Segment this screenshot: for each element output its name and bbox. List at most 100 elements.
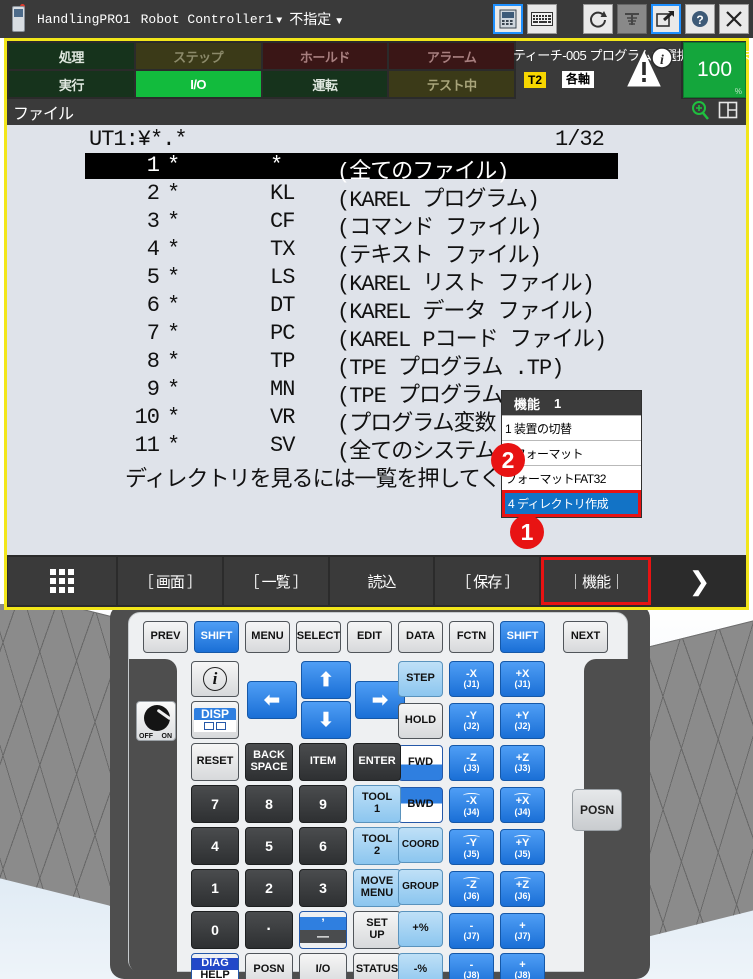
jog-key-plus-j8[interactable]: + (J8) <box>500 953 545 979</box>
table-row[interactable]: 6 * DT (KAREL データ ファイル) <box>7 293 746 325</box>
split-view-icon[interactable] <box>718 100 738 125</box>
key-9[interactable]: 9 <box>299 785 347 823</box>
app-title: HandlingPRO1 <box>37 11 131 27</box>
softkey-grid-menu[interactable] <box>8 557 116 605</box>
key-tool2[interactable]: TOOL 2 <box>353 827 401 865</box>
softkey-yomikomi[interactable]: 読込 <box>329 557 434 605</box>
robot-tree-button[interactable] <box>617 4 647 34</box>
key-shift-right[interactable]: SHIFT <box>500 621 545 653</box>
menu-item-device-switch[interactable]: 1 装置の切替 <box>502 415 641 440</box>
key-4[interactable]: 4 <box>191 827 239 865</box>
key-status[interactable]: STATUS <box>353 953 401 979</box>
key-fctn[interactable]: FCTN <box>449 621 494 653</box>
power-switch[interactable]: OFF ON <box>136 701 176 741</box>
reset-button[interactable] <box>583 4 613 34</box>
key-move-line2: MENU <box>360 887 394 899</box>
key-2[interactable]: 2 <box>245 869 293 907</box>
table-row[interactable]: 8 * TP (TPE プログラム .TP) <box>7 349 746 381</box>
key-diag-help[interactable]: DIAG HELP <box>191 953 239 979</box>
jog-key-minus-z-j6[interactable]: -Z (J6) <box>449 871 494 907</box>
jog-key-plus-x-j1[interactable]: +X (J1) <box>500 661 545 697</box>
close-button[interactable] <box>719 4 749 34</box>
softkey-ichiran[interactable]: ［ 一覧 ］ <box>223 557 328 605</box>
magnifier-plus-icon[interactable] <box>690 100 710 125</box>
detach-window-button[interactable] <box>651 4 681 34</box>
key-enter[interactable]: ENTER <box>353 743 401 781</box>
table-row[interactable]: 3 * CF (コマンド ファイル) <box>7 209 746 241</box>
key-menu[interactable]: MENU <box>245 621 290 653</box>
key-arrow-left[interactable]: ⬅ <box>247 681 297 719</box>
softkey-hozon[interactable]: ［ 保存 ］ <box>435 557 540 605</box>
key-data[interactable]: DATA <box>398 621 443 653</box>
key-tool1[interactable]: TOOL 1 <box>353 785 401 823</box>
jog-key-minus-x-j1[interactable]: -X (J1) <box>449 661 494 697</box>
key-io[interactable]: I/O <box>299 953 347 979</box>
jog-key-minus-j7[interactable]: - (J7) <box>449 913 494 949</box>
key-step[interactable]: STEP <box>398 661 443 697</box>
key-speed-down[interactable]: -% <box>398 953 443 979</box>
key-group[interactable]: GROUP <box>398 869 443 905</box>
key-bwd[interactable]: BWD <box>398 787 443 823</box>
jog-key-minus-j8[interactable]: - (J8) <box>449 953 494 979</box>
key-7[interactable]: 7 <box>191 785 239 823</box>
key-disp[interactable]: DISP <box>191 701 239 739</box>
row-name: * <box>167 265 180 290</box>
jog-key-plus-j7[interactable]: + (J7) <box>500 913 545 949</box>
key-next[interactable]: NEXT <box>563 621 608 653</box>
key-backspace[interactable]: BACK SPACE <box>245 743 293 781</box>
key-3[interactable]: 3 <box>299 869 347 907</box>
detach-window-icon <box>656 10 674 27</box>
jog-key-minus-x-j4[interactable]: -X (J4) <box>449 787 494 823</box>
key-item[interactable]: ITEM <box>299 743 347 781</box>
mode-selector[interactable]: 不指定 ▼ <box>289 9 344 29</box>
table-row[interactable]: 7 * PC (KAREL Pコード ファイル) <box>7 321 746 353</box>
key-arrow-up[interactable]: ⬆ <box>301 661 351 699</box>
jog-key-minus-y-j5[interactable]: -Y (J5) <box>449 829 494 865</box>
softkey-gamen[interactable]: ［ 画面 ］ <box>118 557 222 605</box>
key-6[interactable]: 6 <box>299 827 347 865</box>
softkey-kinou[interactable]: ｜機能｜ <box>541 557 651 605</box>
key-coord[interactable]: COORD <box>398 827 443 863</box>
jog-key-plus-z-j3[interactable]: +Z (J3) <box>500 745 545 781</box>
jog-key-plus-z-j6[interactable]: +Z (J6) <box>500 871 545 907</box>
key-hold[interactable]: HOLD <box>398 703 443 739</box>
key-shift-left[interactable]: SHIFT <box>194 621 239 653</box>
key-arrow-down[interactable]: ⬇ <box>301 701 351 739</box>
key-setup[interactable]: SET UP <box>353 911 401 949</box>
menu-item-create-directory[interactable]: 4 ディレクトリ作成 <box>502 490 641 517</box>
key-0[interactable]: 0 <box>191 911 239 949</box>
menu-item-format-fat32[interactable]: フォーマットFAT32 <box>502 465 641 490</box>
key-select[interactable]: SELECT <box>296 621 341 653</box>
key-move-menu[interactable]: MOVE MENU <box>353 869 401 907</box>
table-row[interactable]: 2 * KL (KAREL プログラム) <box>7 181 746 213</box>
robot-tree-icon <box>625 13 639 25</box>
controller-name[interactable]: Robot Controller1 ▼ <box>141 12 283 27</box>
key-reset[interactable]: RESET <box>191 743 239 781</box>
key-posn[interactable]: POSN <box>245 953 293 979</box>
jog-key-plus-y-j5[interactable]: +Y (J5) <box>500 829 545 865</box>
jog-sub: (J2) <box>514 721 531 732</box>
softkey-next-page[interactable]: ❯ <box>652 557 745 605</box>
key-1[interactable]: 1 <box>191 869 239 907</box>
keyboard-view-button[interactable] <box>527 4 557 34</box>
jog-key-minus-y-j2[interactable]: -Y (J2) <box>449 703 494 739</box>
key-info[interactable]: i <box>191 661 239 697</box>
key-edit[interactable]: EDIT <box>347 621 392 653</box>
jog-key-minus-z-j3[interactable]: -Z (J3) <box>449 745 494 781</box>
jog-sub: (J1) <box>463 679 480 690</box>
key-8[interactable]: 8 <box>245 785 293 823</box>
table-row[interactable]: 5 * LS (KAREL リスト ファイル) <box>7 265 746 297</box>
jog-key-plus-x-j4[interactable]: +X (J4) <box>500 787 545 823</box>
jog-key-plus-y-j2[interactable]: +Y (J2) <box>500 703 545 739</box>
table-row[interactable]: 1 * * (全てのファイル) <box>85 153 618 185</box>
teach-pendant-view-button[interactable] <box>493 4 523 34</box>
key-speed-up[interactable]: +% <box>398 911 443 947</box>
key-prev[interactable]: PREV <box>143 621 188 653</box>
key-posn-side[interactable]: POSN <box>572 789 622 831</box>
help-button[interactable]: ? <box>685 4 715 34</box>
key-5[interactable]: 5 <box>245 827 293 865</box>
key-slash-minus[interactable]: ’ — <box>299 911 347 949</box>
key-decimal-point[interactable]: · <box>245 911 293 949</box>
key-fwd[interactable]: FWD <box>398 745 443 781</box>
table-row[interactable]: 4 * TX (テキスト ファイル) <box>7 237 746 269</box>
